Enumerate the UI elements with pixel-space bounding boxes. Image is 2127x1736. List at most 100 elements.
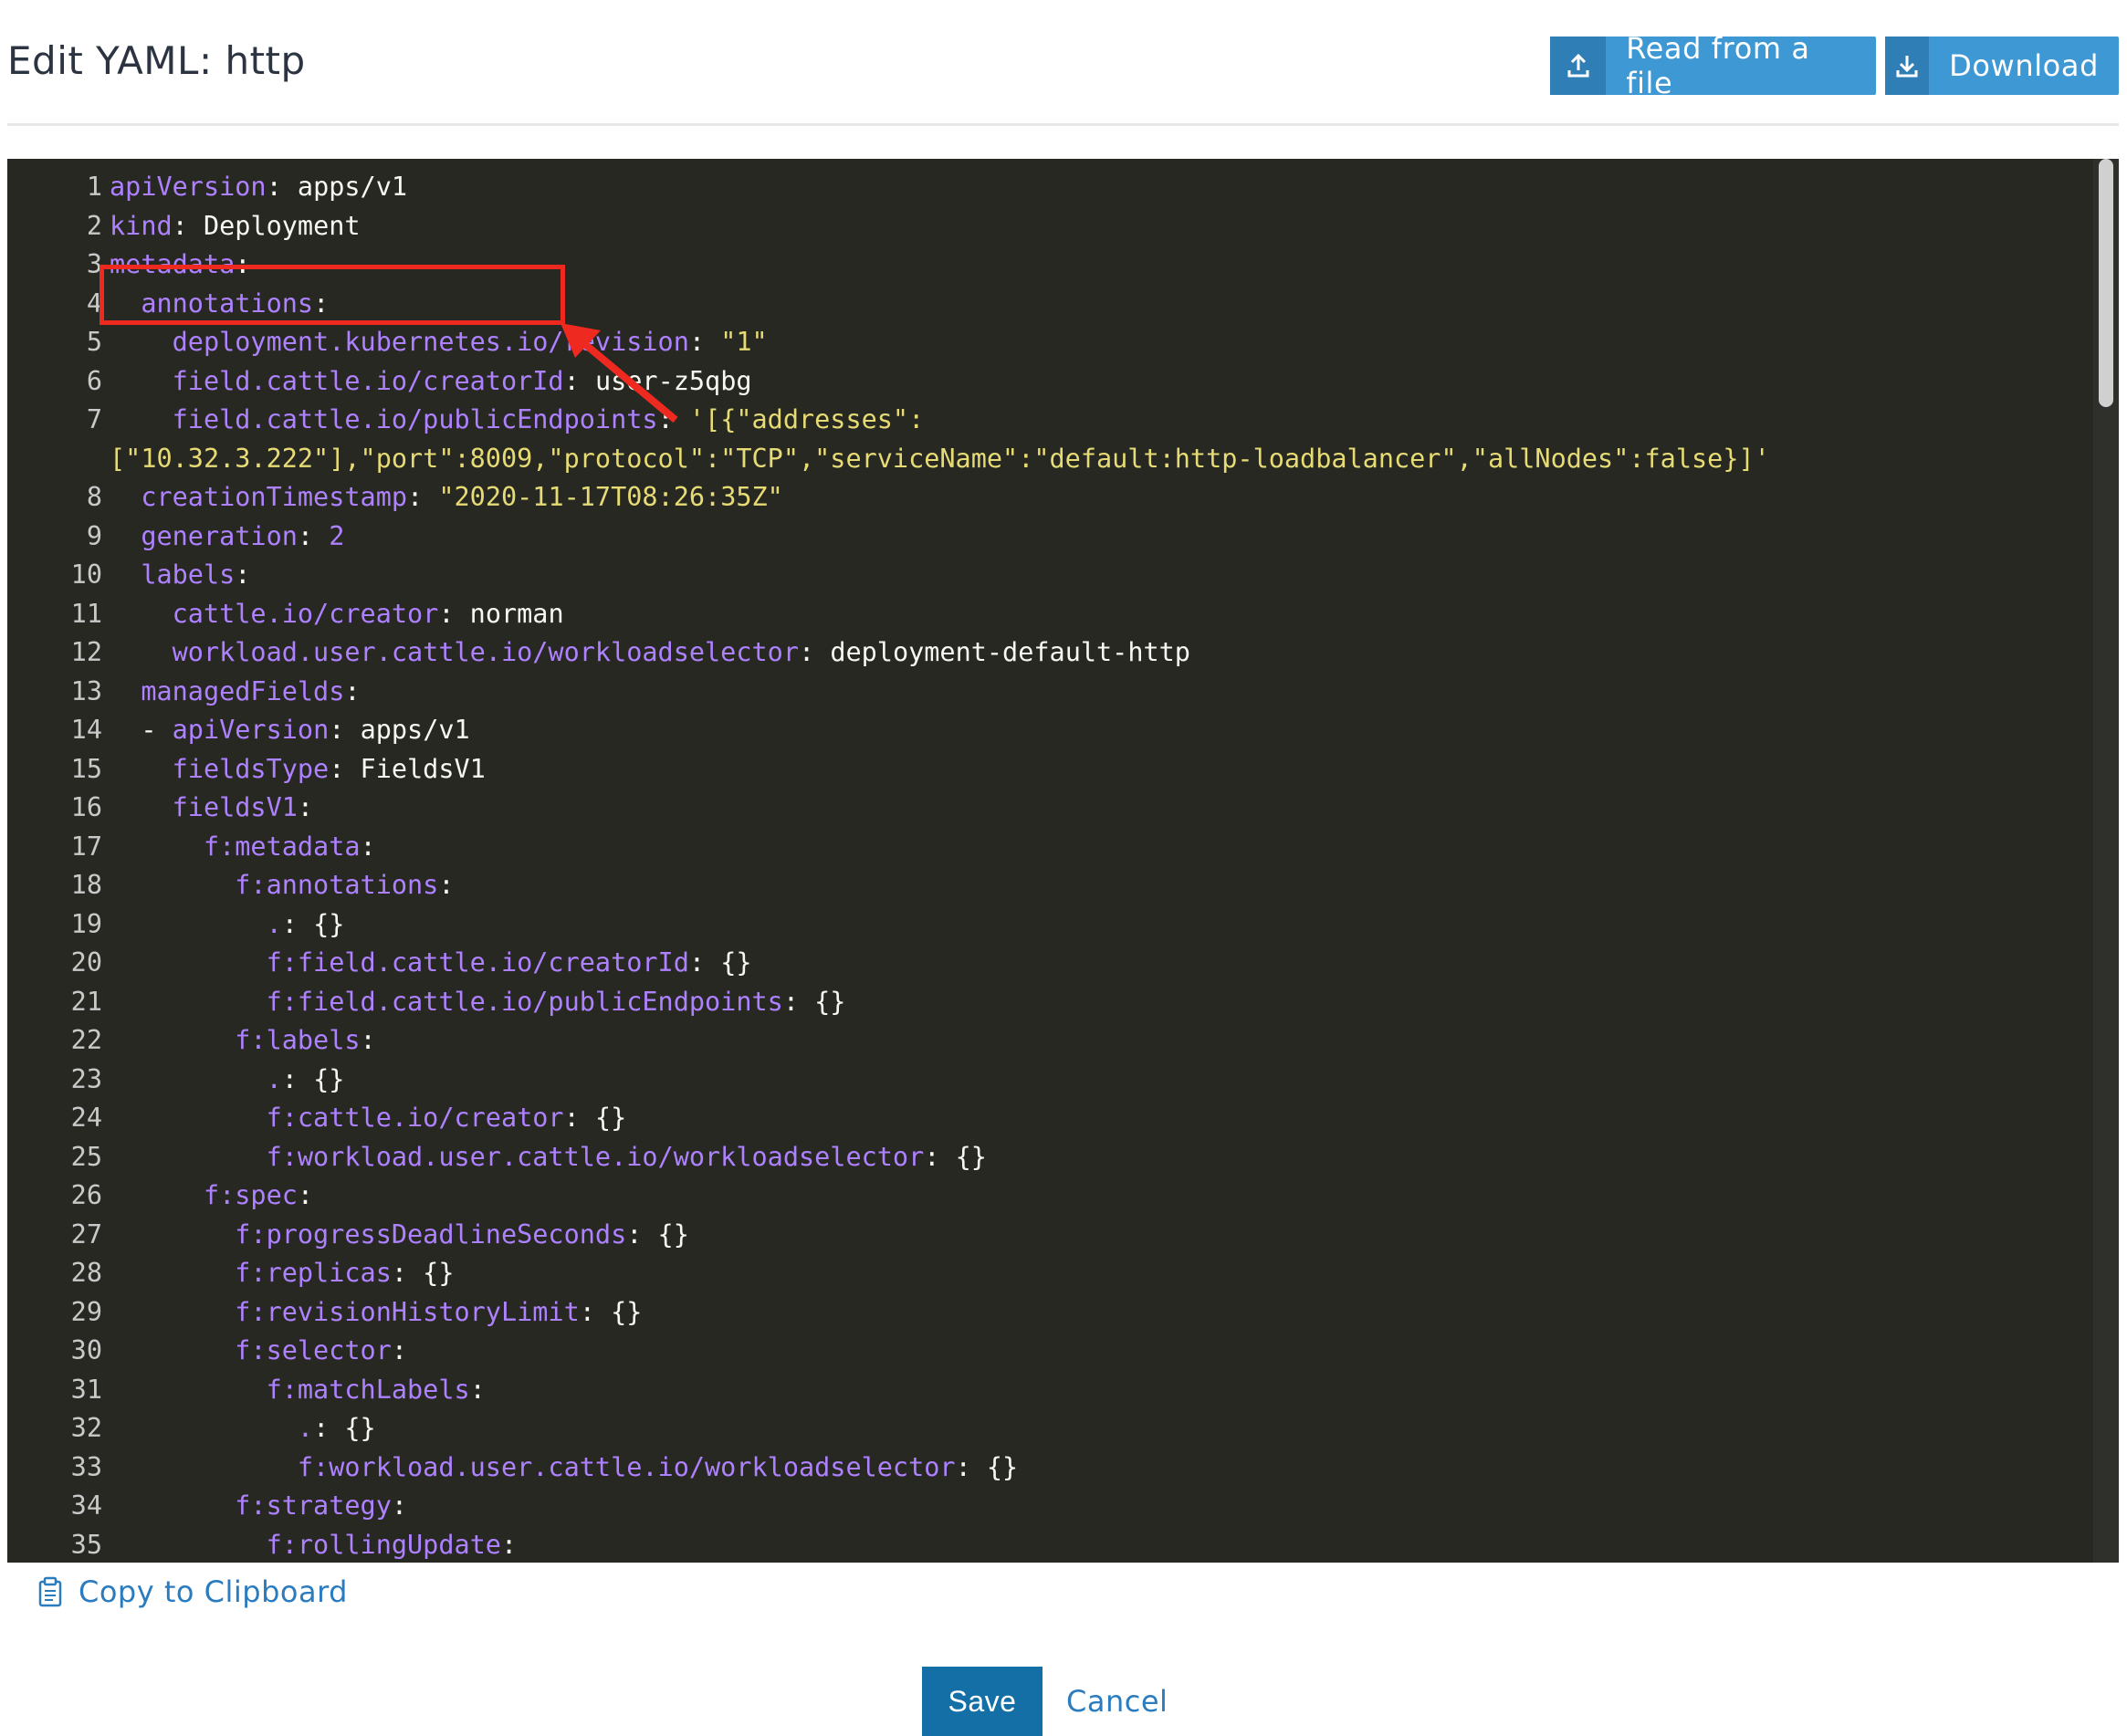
code-line[interactable]: kind: Deployment bbox=[110, 207, 2091, 246]
code-line[interactable]: f:rollingUpdate: bbox=[110, 1526, 2091, 1563]
code-token: : bbox=[360, 1025, 376, 1055]
code-token: f:labels bbox=[110, 1025, 361, 1055]
download-icon bbox=[1885, 37, 1930, 95]
code-line[interactable]: f:progressDeadlineSeconds: {} bbox=[110, 1216, 2091, 1255]
code-token: : bbox=[438, 598, 470, 629]
code-token: : bbox=[329, 753, 361, 784]
code-line[interactable]: workload.user.cattle.io/workloadselector… bbox=[110, 633, 2091, 673]
code-line[interactable]: f:metadata: bbox=[110, 828, 2091, 867]
code-line[interactable]: field.cattle.io/creatorId: user-z5qbg bbox=[110, 362, 2091, 402]
code-line[interactable]: generation: 2 bbox=[110, 518, 2091, 557]
code-line[interactable]: .: {} bbox=[110, 905, 2091, 945]
read-from-file-label: Read from a file bbox=[1626, 31, 1810, 100]
code-token: "1" bbox=[720, 327, 768, 357]
code-token: f:field.cattle.io/creatorId bbox=[110, 947, 689, 978]
clipboard-icon bbox=[38, 1576, 62, 1607]
code-token: deployment-default-http bbox=[830, 637, 1190, 667]
code-line[interactable]: .: {} bbox=[110, 1061, 2091, 1100]
code-token: apiVersion bbox=[172, 715, 330, 745]
code-line[interactable]: managedFields: bbox=[110, 673, 2091, 712]
code-token: . bbox=[110, 1063, 282, 1094]
line-number: 10 bbox=[70, 559, 102, 590]
code-token: : {} bbox=[924, 1141, 987, 1172]
line-number: 11 bbox=[70, 598, 102, 629]
code-token: apiVersion bbox=[110, 172, 267, 202]
code-token: workload.user.cattle.io/workloadselector bbox=[110, 637, 799, 667]
code-token: f:metadata bbox=[110, 831, 361, 862]
code-token: field.cattle.io/creatorId bbox=[110, 365, 564, 396]
code-line[interactable]: f:replicas: {} bbox=[110, 1254, 2091, 1293]
code-line[interactable]: f:field.cattle.io/creatorId: {} bbox=[110, 944, 2091, 983]
line-number: 26 bbox=[70, 1180, 102, 1210]
code-token: : bbox=[266, 172, 298, 202]
yaml-editor[interactable]: 1 2 3 4 5 6 7 8 9 10 11 12 13 14 15 16 17 18 19 20 21 22 23 24 2… bbox=[7, 159, 2119, 1563]
code-line[interactable]: deployment.kubernetes.io/revision: "1" bbox=[110, 323, 2091, 362]
code-line[interactable]: creationTimestamp: "2020-11-17T08:26:35Z… bbox=[110, 478, 2091, 518]
line-number: 35 bbox=[70, 1529, 102, 1560]
cancel-button[interactable]: Cancel bbox=[1066, 1667, 1168, 1736]
code-token: : bbox=[438, 870, 455, 900]
code-token: fieldsType bbox=[110, 753, 330, 784]
line-number: 15 bbox=[70, 753, 102, 784]
code-token: "2020-11-17T08:26:35Z" bbox=[438, 482, 783, 512]
download-button[interactable]: Download bbox=[1885, 37, 2119, 95]
editor-scrollbar[interactable] bbox=[2093, 159, 2119, 1563]
code-token: f:field.cattle.io/publicEndpoints bbox=[110, 986, 783, 1017]
code-line[interactable]: f:selector: bbox=[110, 1332, 2091, 1371]
code-line[interactable]: f:spec: bbox=[110, 1177, 2091, 1216]
scrollbar-thumb[interactable] bbox=[2099, 159, 2113, 407]
code-line[interactable]: fieldsV1: bbox=[110, 789, 2091, 828]
code-token: : {} bbox=[391, 1258, 455, 1288]
code-token: : {} bbox=[955, 1451, 1019, 1482]
code-line[interactable]: f:matchLabels: bbox=[110, 1371, 2091, 1410]
line-number: 24 bbox=[70, 1103, 102, 1133]
code-line[interactable]: apiVersion: apps/v1 bbox=[110, 168, 2091, 207]
code-line[interactable]: f:strategy: bbox=[110, 1487, 2091, 1526]
code-token: : bbox=[297, 1180, 314, 1210]
line-number: 19 bbox=[70, 908, 102, 939]
code-token: norman bbox=[469, 598, 564, 629]
line-number: 5 bbox=[86, 327, 102, 357]
code-line[interactable]: f:labels: bbox=[110, 1021, 2091, 1061]
code-line[interactable]: f:workload.user.cattle.io/workloadselect… bbox=[110, 1138, 2091, 1177]
code-line[interactable]: .: {} bbox=[110, 1409, 2091, 1448]
code-token: : {} bbox=[626, 1218, 689, 1250]
code-token: : bbox=[297, 520, 330, 551]
code-token: f:strategy bbox=[110, 1490, 392, 1521]
code-token: f:matchLabels bbox=[110, 1374, 470, 1405]
line-number: 16 bbox=[70, 792, 102, 822]
line-number: 22 bbox=[70, 1025, 102, 1055]
code-line[interactable]: f:revisionHistoryLimit: {} bbox=[110, 1293, 2091, 1333]
read-from-file-button[interactable]: Read from a file bbox=[1550, 31, 1876, 100]
code-token: f:annotations bbox=[110, 870, 439, 900]
code-line[interactable]: f:cattle.io/creator: {} bbox=[110, 1099, 2091, 1138]
line-number: 4 bbox=[86, 288, 102, 319]
save-button[interactable]: Save bbox=[922, 1667, 1043, 1736]
code-token: : bbox=[407, 482, 439, 512]
line-number: 29 bbox=[70, 1296, 102, 1327]
code-line[interactable]: ["10.32.3.222"],"port":8009,"protocol":"… bbox=[110, 440, 2091, 479]
code-token: : bbox=[688, 327, 721, 357]
code-token: : bbox=[172, 210, 204, 241]
code-token: : {} bbox=[563, 1103, 627, 1133]
code-line[interactable]: field.cattle.io/publicEndpoints: '[{"add… bbox=[110, 401, 2091, 440]
code-line[interactable]: - apiVersion: apps/v1 bbox=[110, 711, 2091, 750]
code-token: : bbox=[344, 675, 361, 706]
code-area[interactable]: apiVersion: apps/v1 kind: Deployment metad… bbox=[110, 159, 2091, 1563]
code-token: apps/v1 bbox=[360, 715, 470, 745]
code-token: f:selector bbox=[110, 1335, 392, 1365]
code-line[interactable]: f:workload.user.cattle.io/workloadselect… bbox=[110, 1448, 2091, 1488]
code-line[interactable]: fieldsType: FieldsV1 bbox=[110, 750, 2091, 790]
copy-to-clipboard-link[interactable]: Copy to Clipboard bbox=[35, 1574, 348, 1609]
line-number: 14 bbox=[70, 715, 102, 745]
code-line[interactable]: cattle.io/creator: norman bbox=[110, 595, 2091, 634]
line-number: 25 bbox=[70, 1141, 102, 1172]
code-token: f:workload.user.cattle.io/workloadselect… bbox=[110, 1451, 956, 1482]
code-line[interactable]: f:field.cattle.io/publicEndpoints: {} bbox=[110, 983, 2091, 1022]
code-token: : {} bbox=[313, 1413, 376, 1443]
code-token: - bbox=[110, 715, 173, 745]
code-line[interactable]: f:annotations: bbox=[110, 866, 2091, 905]
code-line[interactable]: labels: bbox=[110, 556, 2091, 595]
code-token: . bbox=[110, 1413, 314, 1443]
code-token: managedFields bbox=[110, 675, 345, 706]
